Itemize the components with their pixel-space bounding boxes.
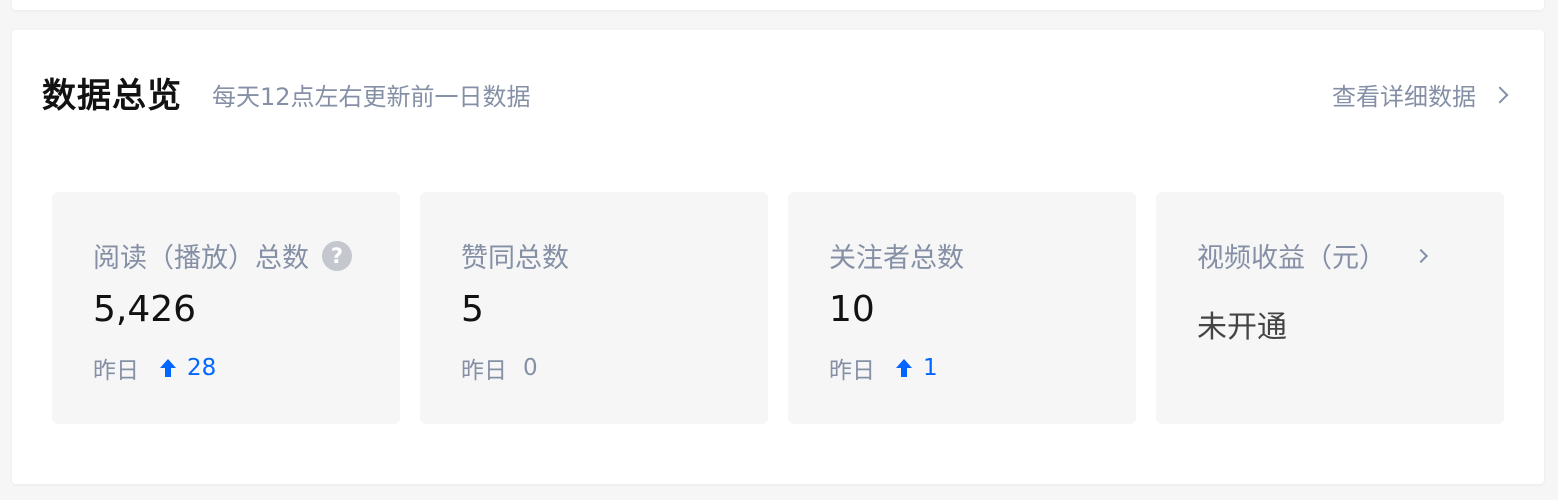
stat-label-text: 视频收益（元） bbox=[1197, 243, 1386, 274]
stat-label-followers: 关注者总数 bbox=[829, 236, 964, 275]
stat-status-video-income: 未开通 bbox=[1197, 310, 1287, 345]
stat-value-likes: 5 bbox=[461, 289, 484, 330]
delta-label: 昨日 bbox=[829, 358, 875, 384]
overview-subtitle: 每天12点左右更新前一日数据 bbox=[212, 82, 531, 111]
stat-card-reads: 阅读（播放）总数 ? 5,426 昨日 28 bbox=[52, 192, 400, 424]
view-detail-label: 查看详细数据 bbox=[1332, 83, 1476, 111]
delta-up: 28 bbox=[159, 355, 216, 381]
stat-card-likes: 赞同总数 5 昨日 0 bbox=[420, 192, 768, 424]
delta-up: 1 bbox=[895, 355, 938, 381]
delta-value: 28 bbox=[187, 355, 217, 381]
chevron-right-icon bbox=[1413, 248, 1429, 263]
stat-label-likes: 赞同总数 bbox=[461, 236, 569, 275]
stat-card-video-income[interactable]: 视频收益（元） 未开通 bbox=[1156, 192, 1504, 424]
stat-label-video-income[interactable]: 视频收益（元） bbox=[1197, 236, 1429, 275]
stat-delta-likes: 昨日 0 bbox=[461, 351, 538, 385]
overview-title: 数据总览 bbox=[42, 75, 182, 116]
stat-value-reads: 5,426 bbox=[93, 289, 197, 330]
view-detail-link[interactable]: 查看详细数据 bbox=[1332, 77, 1509, 112]
delta-value: 0 bbox=[523, 355, 538, 381]
delta-label: 昨日 bbox=[93, 358, 139, 384]
arrow-up-icon bbox=[160, 359, 176, 377]
stat-value-followers: 10 bbox=[829, 289, 875, 330]
stat-label-text: 赞同总数 bbox=[461, 243, 569, 274]
overview-header: 数据总览 每天12点左右更新前一日数据 查看详细数据 bbox=[42, 70, 1516, 116]
delta-value: 1 bbox=[923, 355, 938, 381]
stat-label-reads: 阅读（播放）总数 ? bbox=[93, 236, 352, 275]
stat-card-followers: 关注者总数 10 昨日 1 bbox=[788, 192, 1136, 424]
stats-row: 阅读（播放）总数 ? 5,426 昨日 28 赞同总数 5 昨日 0 关注者总数… bbox=[52, 192, 1504, 424]
stat-label-text: 关注者总数 bbox=[829, 243, 964, 274]
stat-label-text: 阅读（播放）总数 bbox=[93, 243, 309, 274]
arrow-up-icon bbox=[896, 359, 912, 377]
delta-label: 昨日 bbox=[461, 358, 507, 384]
stat-delta-followers: 昨日 1 bbox=[829, 351, 938, 385]
help-icon[interactable]: ? bbox=[322, 240, 352, 271]
previous-card bbox=[12, 0, 1544, 10]
chevron-right-icon bbox=[1491, 86, 1509, 103]
stat-delta-reads: 昨日 28 bbox=[93, 351, 216, 385]
